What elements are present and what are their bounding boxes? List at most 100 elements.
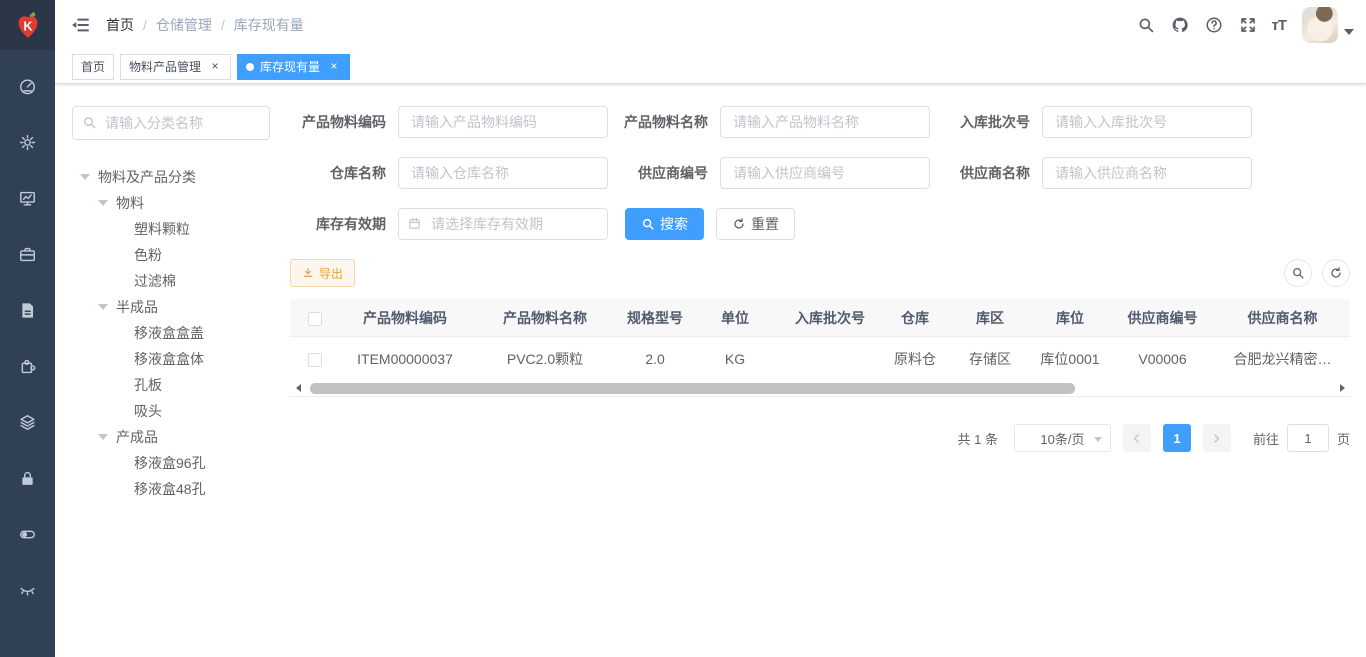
filter-field-仓库名称: 仓库名称 <box>290 157 612 189</box>
scroll-left-arrow-icon[interactable] <box>290 380 306 396</box>
tree-node-移液盒48孔[interactable]: 移液盒48孔 <box>72 476 280 502</box>
tree-node-产成品[interactable]: 产成品 <box>72 424 280 450</box>
tab-label: 首页 <box>81 58 105 75</box>
row-checkbox[interactable] <box>308 353 322 367</box>
scrollbar-thumb[interactable] <box>310 383 1075 394</box>
select-all-checkbox[interactable] <box>308 312 322 326</box>
search-icon <box>1137 16 1155 34</box>
text-input-供应商名称[interactable] <box>1042 157 1252 189</box>
font-size-button[interactable]: тT <box>1269 12 1288 38</box>
horizontal-scrollbar[interactable] <box>290 380 1350 397</box>
sidebar-item-puzzle[interactable] <box>0 338 55 394</box>
prev-page-button[interactable] <box>1123 424 1151 452</box>
app-logo[interactable]: K <box>0 0 55 50</box>
tree-node-过滤棉[interactable]: 过滤棉 <box>72 268 280 294</box>
page-number-1[interactable]: 1 <box>1163 424 1191 452</box>
row-cell: PVC2.0颗粒 <box>470 349 620 369</box>
field-input-wrap <box>720 106 930 138</box>
lock-icon <box>18 469 37 488</box>
goto-prefix-label: 前往 <box>1253 429 1279 448</box>
sidebar-item-document[interactable] <box>0 282 55 338</box>
export-button[interactable]: 导出 <box>290 259 355 287</box>
sidebar-item-lock[interactable] <box>0 450 55 506</box>
field-input-wrap <box>398 208 608 240</box>
sidebar-item-toggle[interactable] <box>0 506 55 562</box>
next-page-button[interactable] <box>1203 424 1231 452</box>
breadcrumb-item[interactable]: 首页 <box>106 15 134 35</box>
text-input-产品物料名称[interactable] <box>720 106 930 138</box>
filter-field-入库批次号: 入库批次号 <box>934 106 1256 138</box>
sidebar-item-eye-closed[interactable] <box>0 562 55 618</box>
tree-node-半成品[interactable]: 半成品 <box>72 294 280 320</box>
navbar-right-tools: тT <box>1125 7 1354 43</box>
text-input-仓库名称[interactable] <box>398 157 608 189</box>
font-size-icon: тT <box>1271 17 1286 34</box>
header-cell-单位: 单位 <box>690 308 780 328</box>
tree-node-移液盒盒体[interactable]: 移液盒盒体 <box>72 346 280 372</box>
chevron-left-icon <box>1130 432 1143 445</box>
search-icon <box>82 115 97 130</box>
text-input-供应商编号[interactable] <box>720 157 930 189</box>
row-cell: 库位0001 <box>1030 349 1110 369</box>
header-cell-供应商编号: 供应商编号 <box>1110 308 1215 328</box>
tree-node-label: 物料及产品分类 <box>98 167 196 187</box>
header-cell-产品物料编码: 产品物料编码 <box>340 308 470 328</box>
header-cell-规格型号: 规格型号 <box>620 308 690 328</box>
github-link-button[interactable] <box>1167 12 1193 38</box>
close-icon[interactable]: × <box>327 60 341 74</box>
close-icon[interactable]: × <box>208 60 222 74</box>
filter-field-产品物料名称: 产品物料名称 <box>612 106 934 138</box>
expand-arrow-icon[interactable] <box>98 200 108 206</box>
sidebar-item-briefcase[interactable] <box>0 226 55 282</box>
page-size-value: 10条/页 <box>1040 429 1084 448</box>
goto-page-input[interactable] <box>1287 424 1329 452</box>
category-search-input[interactable] <box>72 106 270 140</box>
date-input-库存有效期[interactable] <box>398 208 608 240</box>
reset-button-label: 重置 <box>751 214 779 234</box>
tree-node-label: 移液盒48孔 <box>134 479 206 499</box>
inventory-table: 产品物料编码产品物料名称规格型号单位入库批次号仓库库区库位供应商编号供应商名称 … <box>290 299 1350 397</box>
refresh-button[interactable] <box>1322 259 1350 287</box>
question-circle-icon <box>1205 16 1223 34</box>
header-search-button[interactable] <box>1133 12 1159 38</box>
toggle-search-button[interactable] <box>1284 259 1312 287</box>
sidebar-item-dashboard[interactable] <box>0 58 55 114</box>
tab-首页[interactable]: 首页 <box>72 54 114 80</box>
tree-node-色粉[interactable]: 色粉 <box>72 242 280 268</box>
fullscreen-icon <box>1239 16 1257 34</box>
reset-button[interactable]: 重置 <box>716 208 795 240</box>
tree-node-物料[interactable]: 物料 <box>72 190 280 216</box>
expand-arrow-icon[interactable] <box>98 434 108 440</box>
search-button[interactable]: 搜索 <box>625 208 704 240</box>
scroll-right-arrow-icon[interactable] <box>1334 380 1350 396</box>
fullscreen-button[interactable] <box>1235 12 1261 38</box>
sidebar-item-layers[interactable] <box>0 394 55 450</box>
table-row[interactable]: ITEM00000037PVC2.0颗粒2.0KG原料仓存储区库位0001V00… <box>290 337 1350 380</box>
tab-物料产品管理[interactable]: 物料产品管理× <box>120 54 231 80</box>
monitor-chart-icon <box>18 189 37 208</box>
logo-icon: K <box>11 8 45 42</box>
tree-node-物料及产品分类[interactable]: 物料及产品分类 <box>72 164 280 190</box>
field-label: 入库批次号 <box>934 112 1030 132</box>
tab-库存现有量[interactable]: 库存现有量× <box>237 54 350 80</box>
expand-arrow-icon[interactable] <box>80 174 90 180</box>
hamburger-icon[interactable] <box>70 15 90 35</box>
tree-node-吸头[interactable]: 吸头 <box>72 398 280 424</box>
breadcrumb: 首页/仓储管理/库存现有量 <box>106 15 304 35</box>
help-button[interactable] <box>1201 12 1227 38</box>
text-input-产品物料编码[interactable] <box>398 106 608 138</box>
field-input-wrap <box>720 157 930 189</box>
sidebar-item-gear[interactable] <box>0 114 55 170</box>
sidebar-item-monitor-chart[interactable] <box>0 170 55 226</box>
page-size-select[interactable]: 10条/页 <box>1014 424 1111 452</box>
tree-node-孔板[interactable]: 孔板 <box>72 372 280 398</box>
avatar[interactable] <box>1302 7 1338 43</box>
tree-node-塑料颗粒[interactable]: 塑料颗粒 <box>72 216 280 242</box>
tree-node-label: 移液盒盒体 <box>134 349 204 369</box>
text-input-入库批次号[interactable] <box>1042 106 1252 138</box>
active-dot <box>246 63 254 71</box>
chevron-down-icon[interactable] <box>1344 29 1354 35</box>
expand-arrow-icon[interactable] <box>98 304 108 310</box>
tree-node-移液盒盒盖[interactable]: 移液盒盒盖 <box>72 320 280 346</box>
tree-node-移液盒96孔[interactable]: 移液盒96孔 <box>72 450 280 476</box>
